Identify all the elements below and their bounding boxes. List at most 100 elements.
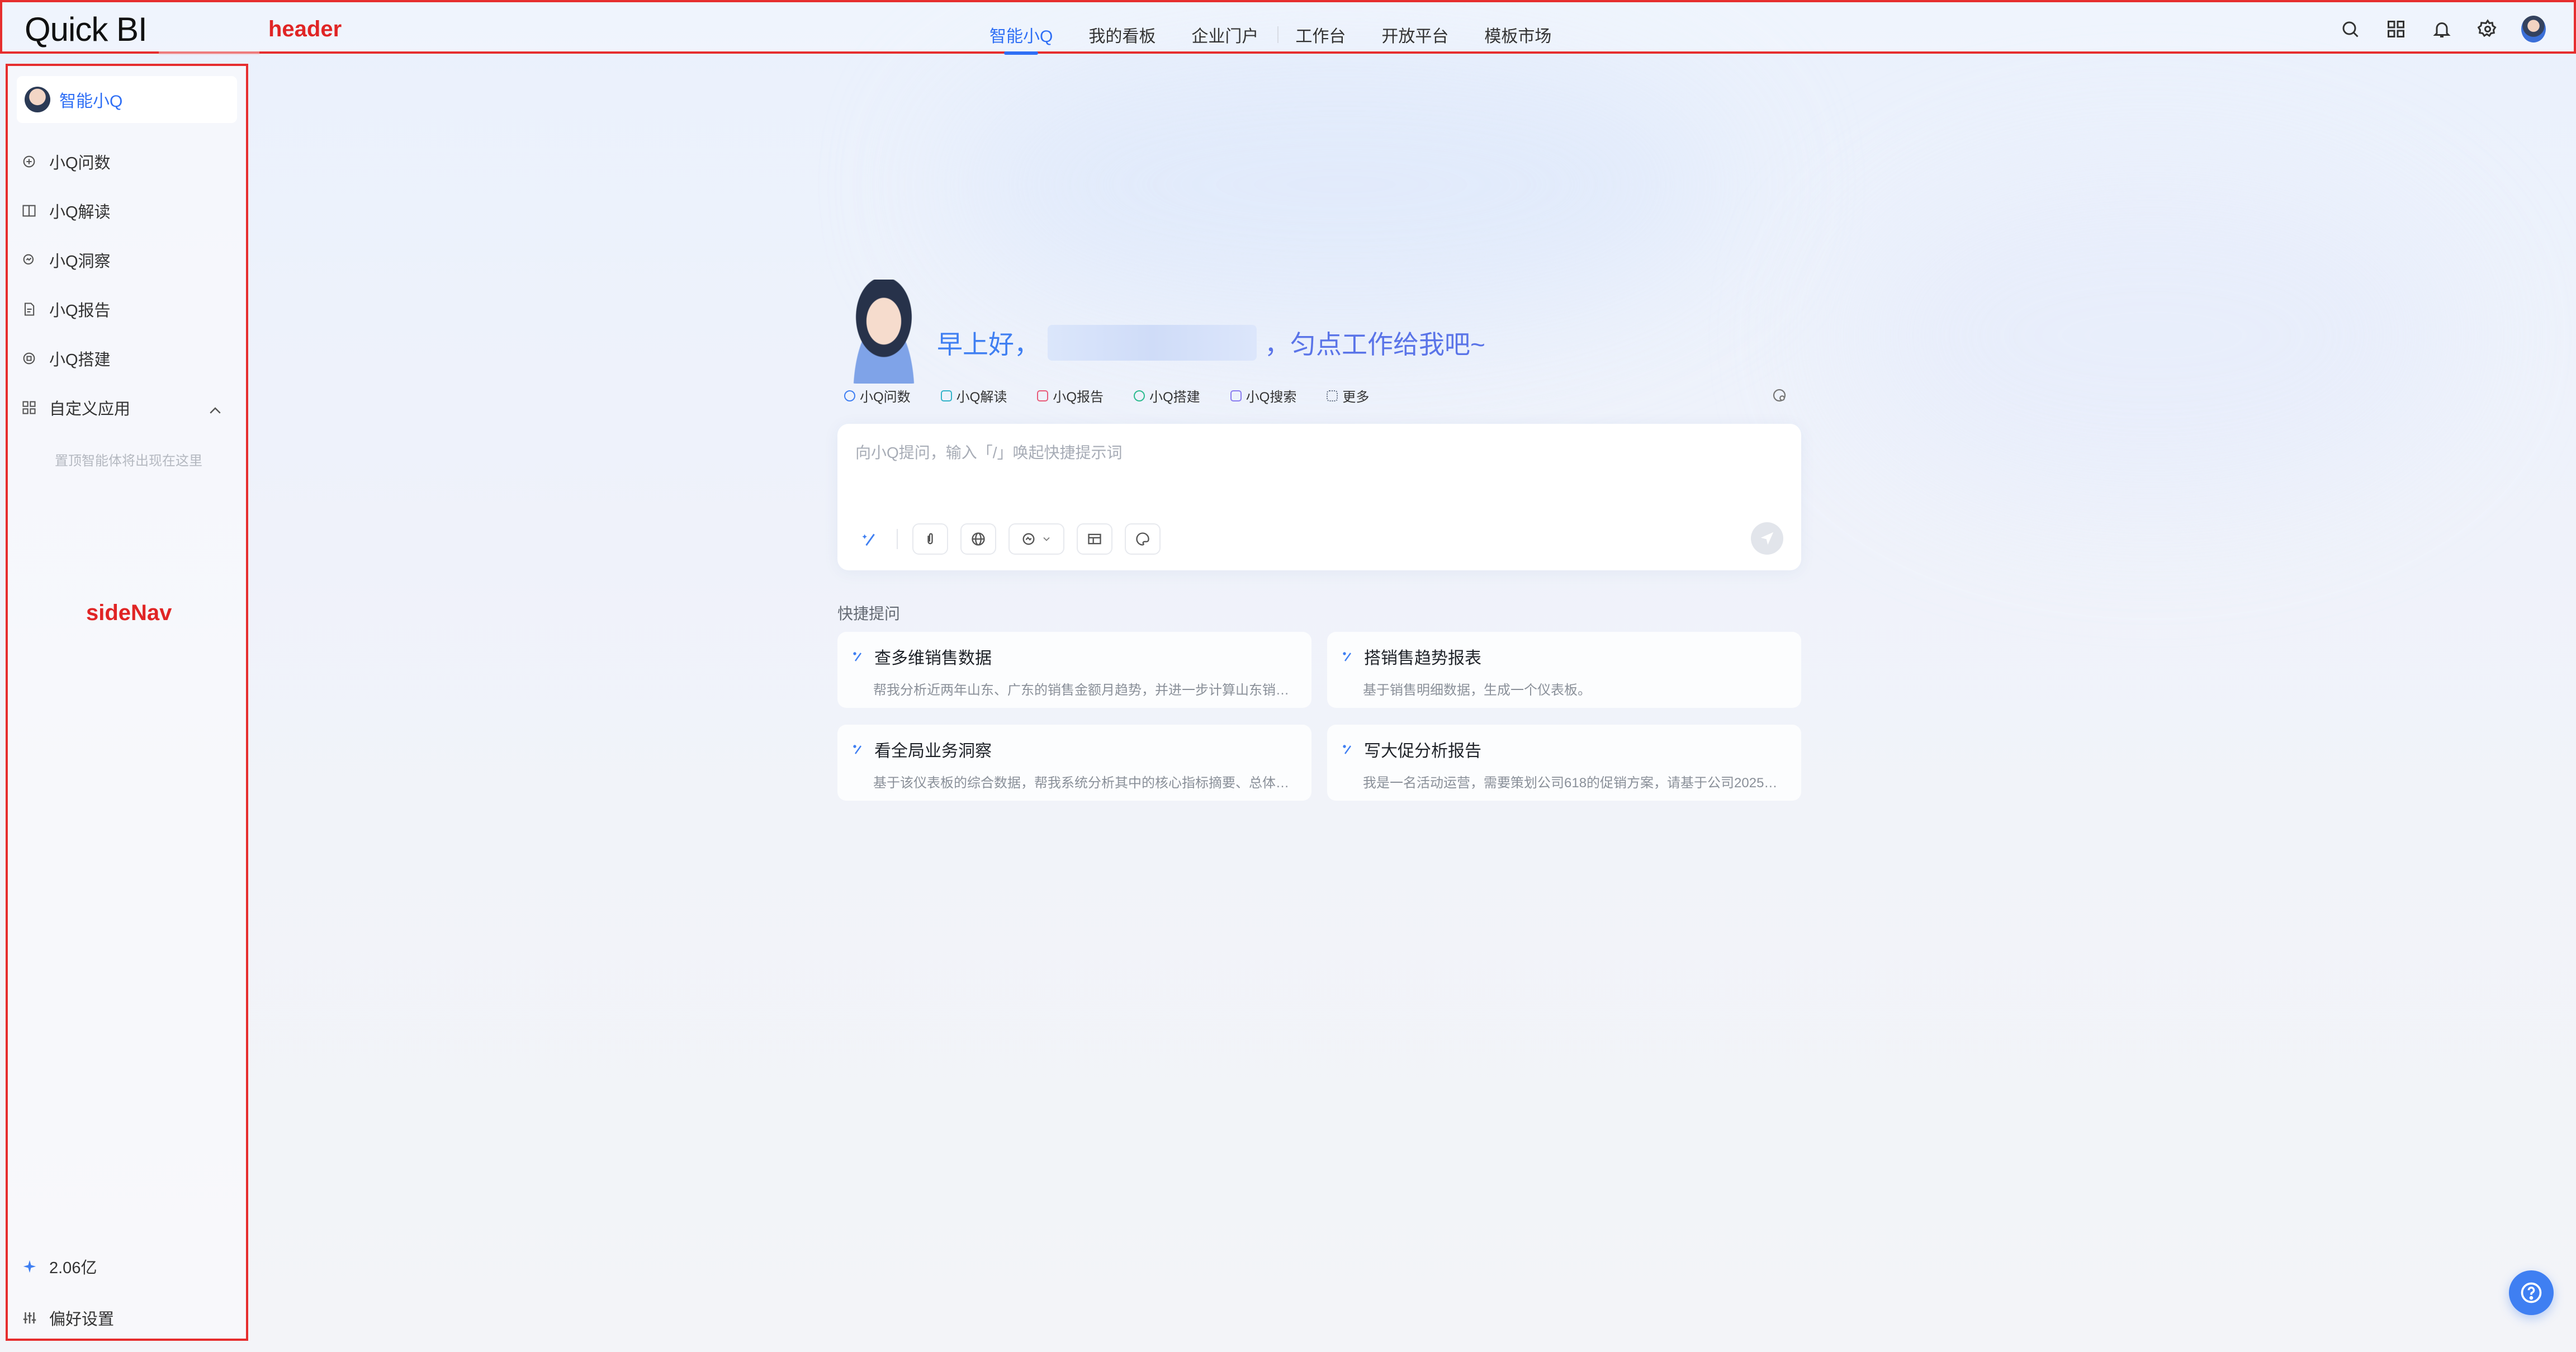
chip-report[interactable]: 小Q报告 (1037, 386, 1104, 405)
chip-label: 小Q解读 (956, 390, 1007, 405)
sliders-icon (23, 1312, 36, 1323)
tab-template-market[interactable]: 模板市场 (1484, 22, 1551, 47)
globe-icon (972, 532, 985, 546)
book-icon (22, 205, 36, 217)
chip-label: 小Q报告 (1053, 390, 1104, 405)
quota-value: 2.06亿 (49, 1259, 97, 1277)
prompt-input-card[interactable]: 向小Q提问，输入「/」唤起快捷提示词 (837, 424, 1801, 570)
assistant-avatar (837, 280, 930, 384)
card-title: 看全局业务洞察 (874, 742, 992, 760)
sidebar-item-insight[interactable]: 小Q洞察 (21, 248, 111, 272)
book-icon (940, 390, 952, 401)
sidebar-item-smart-q[interactable]: 智能小Q (17, 76, 237, 123)
model-select[interactable] (1008, 523, 1064, 555)
chip-label: 小Q问数 (860, 390, 911, 405)
top-nav: 智能小Q 我的看板 企业门户 工作台 开放平台 模板市场 (989, 18, 1587, 55)
redacted-username (1048, 325, 1257, 361)
input-toolbar (860, 523, 1173, 555)
sidebar-item-custom-apps[interactable]: 自定义应用 (21, 396, 130, 419)
quick-question-card[interactable]: 查多维销售数据 帮我分析近两年山东、广东的销售金额月趋势，并进一步计算山东销… (837, 632, 1311, 708)
preferences-label: 偏好设置 (49, 1311, 115, 1329)
card-title: 写大促分析报告 (1364, 742, 1481, 760)
send-icon (1760, 532, 1774, 545)
search-doc-icon (1230, 390, 1242, 401)
chat-data-icon (844, 390, 855, 401)
chip-label: 更多 (1342, 390, 1370, 405)
tab-my-boards[interactable]: 我的看板 (1088, 22, 1156, 47)
help-button[interactable] (2509, 1270, 2554, 1315)
card-desc: 我是一名活动运营，需要策划公司618的促销方案，请基于公司2025… (1363, 776, 1778, 791)
sidebar-item-ask-data[interactable]: 小Q问数 (21, 150, 111, 173)
quick-question-card[interactable]: 写大促分析报告 我是一名活动运营，需要策划公司618的促销方案，请基于公司202… (1327, 725, 1801, 801)
tab-smart-q[interactable]: 智能小Q (989, 22, 1053, 55)
sparkle-icon (23, 1260, 36, 1273)
chip-search[interactable]: 小Q搜索 (1230, 386, 1297, 405)
card-title: 搭销售趋势报表 (1364, 649, 1481, 668)
prompt-input[interactable]: 向小Q提问，输入「/」唤起快捷提示词 (855, 441, 1123, 463)
report-icon (1037, 390, 1049, 401)
tab-enterprise-portal[interactable]: 企业门户 (1191, 22, 1258, 47)
skill-button[interactable] (1125, 523, 1161, 555)
more-grid-icon (1327, 390, 1338, 401)
tab-workbench[interactable]: 工作台 (1295, 22, 1346, 47)
table-icon (1088, 533, 1101, 545)
chip-ask-data[interactable]: 小Q问数 (844, 386, 911, 405)
tab-open-platform[interactable]: 开放平台 (1381, 22, 1448, 47)
logo[interactable]: Quick BI (25, 10, 148, 49)
quick-question-card[interactable]: 看全局业务洞察 基于该仪表板的综合数据，帮我系统分析其中的核心指标摘要、总体… (837, 725, 1311, 801)
quick-question-card[interactable]: 搭销售趋势报表 基于销售明细数据，生成一个仪表板。 (1327, 632, 1801, 708)
settings-icon[interactable] (1771, 387, 1788, 404)
question-icon (2521, 1282, 2542, 1303)
card-title: 查多维销售数据 (874, 649, 992, 668)
report-icon (24, 302, 35, 316)
side-nav: 智能小Q 小Q问数 小Q解读 小Q洞察 小Q报告 小Q搭建 自定义应用 置顶智能… (6, 64, 248, 1341)
greeting-prefix: 早上好， (937, 330, 1040, 359)
apps-icon (22, 401, 36, 414)
skill-chips: 小Q问数 小Q解读 小Q报告 小Q搭建 小Q搜索 更多 (844, 386, 1399, 405)
sidebar-item-label: 小Q搭建 (49, 351, 111, 369)
card-desc: 基于该仪表板的综合数据，帮我系统分析其中的核心指标摘要、总体… (873, 776, 1289, 791)
pinned-agents-hint: 置顶智能体将出现在这里 (55, 453, 202, 469)
model-icon (1022, 533, 1035, 545)
send-button[interactable] (1751, 522, 1783, 555)
card-desc: 基于销售明细数据，生成一个仪表板。 (1363, 683, 1591, 698)
sidenav-annotation: sideNav (86, 601, 172, 625)
chevron-up-icon[interactable] (207, 403, 224, 419)
card-desc: 帮我分析近两年山东、广东的销售金额月趋势，并进一步计算山东销… (873, 683, 1289, 698)
assistant-avatar-icon (25, 87, 50, 112)
magic-wand-icon (853, 745, 861, 754)
magic-wand-icon (1343, 745, 1351, 754)
magic-wand-icon[interactable] (860, 523, 882, 555)
web-search-button[interactable] (960, 523, 996, 555)
sidebar-item-build[interactable]: 小Q搭建 (21, 347, 111, 370)
dataset-button[interactable] (1077, 523, 1112, 555)
sidebar-item-label: 小Q洞察 (49, 253, 111, 271)
chip-more[interactable]: 更多 (1327, 386, 1369, 405)
attachment-button[interactable] (912, 523, 948, 555)
sidebar-item-label: 小Q问数 (49, 154, 111, 172)
nav-divider (1277, 26, 1279, 43)
sidebar-item-report[interactable]: 小Q报告 (21, 297, 111, 321)
chip-label: 小Q搜索 (1246, 390, 1297, 405)
chevron-down-icon (1043, 537, 1050, 541)
greeting: 早上好， ，匀点工作给我吧~ (937, 324, 1485, 361)
chip-label: 小Q搭建 (1149, 390, 1200, 405)
search-icon[interactable] (2338, 17, 2362, 41)
preferences-button[interactable]: 偏好设置 (21, 1306, 114, 1330)
paperclip-icon (927, 533, 933, 545)
quick-questions-label: 快捷提问 (837, 605, 901, 622)
insight-icon (23, 254, 34, 265)
user-avatar[interactable] (2521, 16, 2546, 42)
gear-icon[interactable] (2475, 17, 2500, 41)
sidebar-item-interpret[interactable]: 小Q解读 (21, 199, 111, 223)
quota-display[interactable]: 2.06亿 (21, 1255, 97, 1278)
grid-icon[interactable] (2384, 17, 2408, 41)
chip-build[interactable]: 小Q搭建 (1134, 386, 1200, 405)
build-icon (1134, 390, 1145, 401)
sidebar-item-label: 小Q报告 (49, 302, 111, 320)
chip-interpret[interactable]: 小Q解读 (940, 386, 1007, 405)
header-actions (2317, 16, 2546, 42)
sidebar-item-label: 小Q解读 (49, 204, 111, 221)
header: Quick BI header 智能小Q 我的看板 企业门户 工作台 开放平台 … (0, 0, 2576, 55)
bell-icon[interactable] (2430, 17, 2454, 41)
